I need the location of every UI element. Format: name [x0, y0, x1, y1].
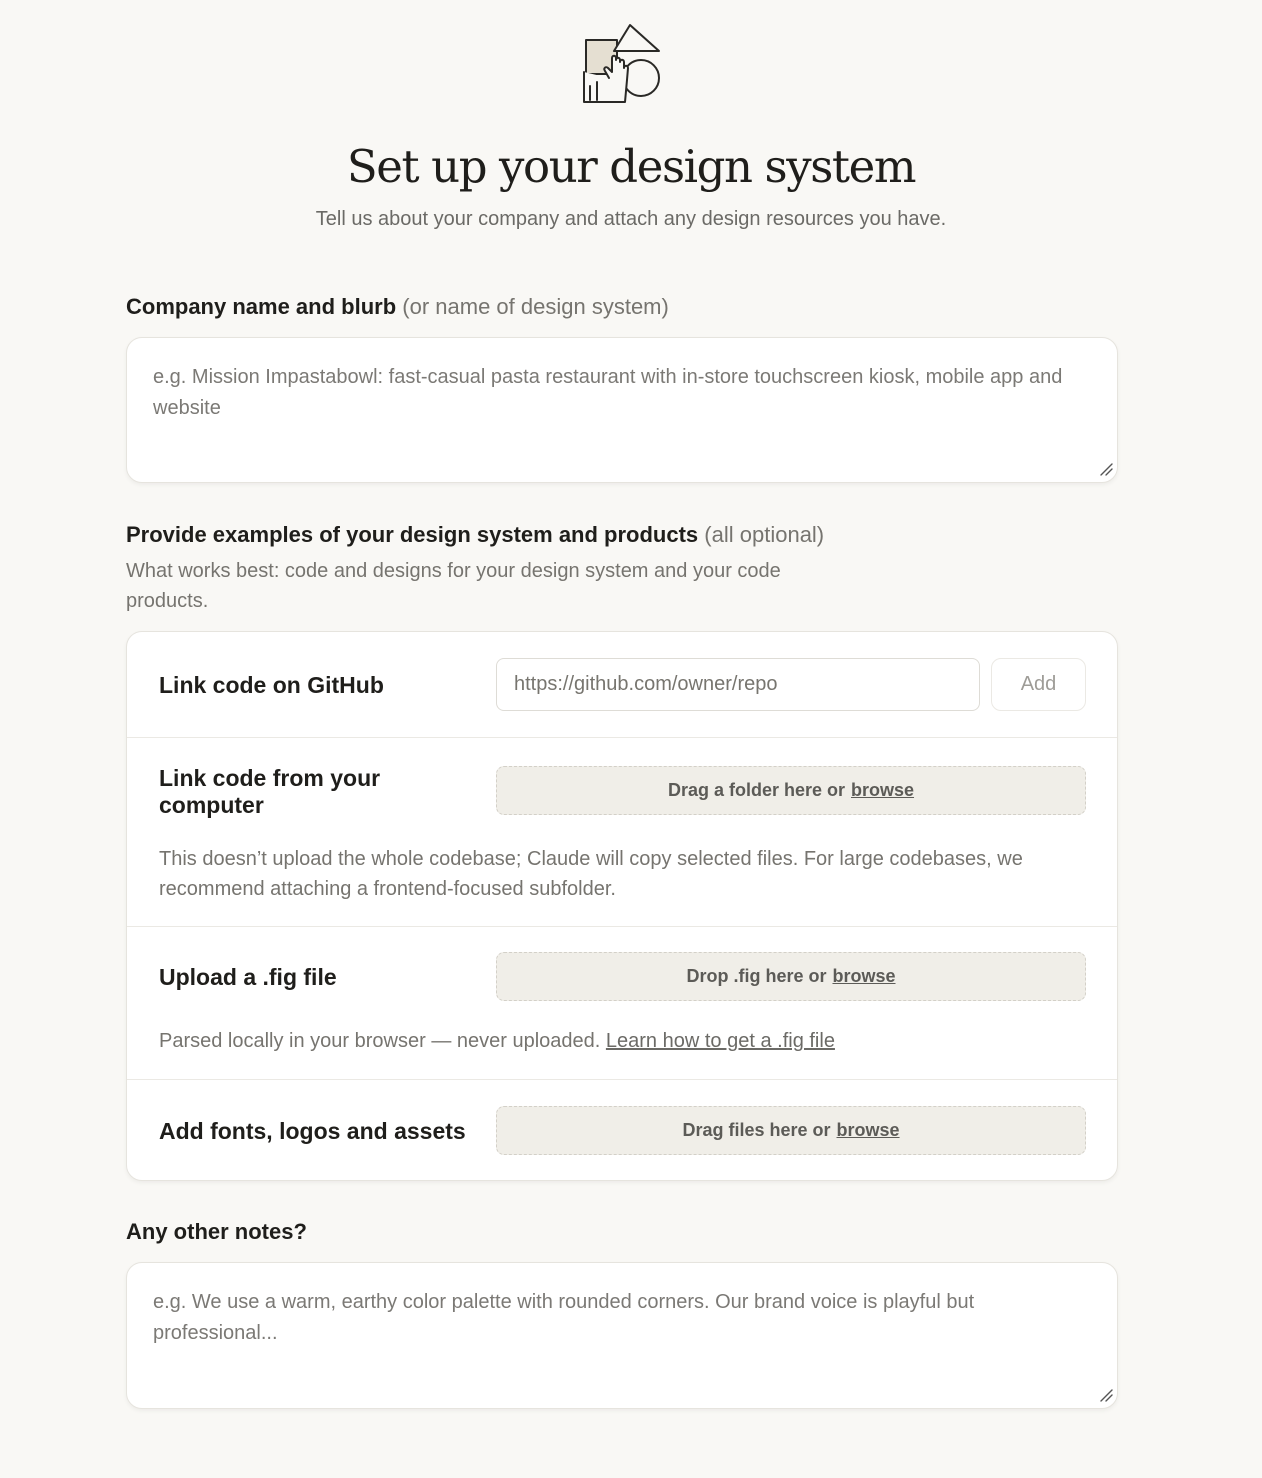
assets-row-title: Add fonts, logos and assets — [159, 1118, 466, 1144]
company-label-text: Company name and blurb — [126, 294, 397, 319]
folder-drop-text: Drag a folder here or — [667, 780, 845, 800]
folder-browse-link[interactable]: browse — [851, 780, 914, 801]
fig-help-link[interactable]: Learn how to get a .fig file — [606, 1030, 835, 1052]
notes-textarea-box — [126, 1262, 1118, 1409]
examples-label-hint: (all optional) — [704, 522, 825, 547]
resize-handle-icon[interactable] — [1099, 462, 1113, 476]
notes-label-text: Any other notes? — [126, 1219, 307, 1244]
examples-label-text: Provide examples of your design system a… — [126, 522, 699, 547]
notes-input[interactable] — [127, 1263, 1117, 1408]
page-title: Set up your design system — [346, 140, 917, 193]
page-subtitle: Tell us about your company and attach an… — [315, 208, 947, 230]
examples-card: Link code on GitHub Add Link code from y… — [126, 631, 1118, 1181]
company-textarea-box — [126, 337, 1118, 483]
folder-dropzone[interactable]: Drag a folder here or browse — [496, 766, 1086, 815]
company-field-label: Company name and blurb (or name of desig… — [126, 294, 669, 320]
github-url-input[interactable] — [496, 658, 980, 711]
computer-row-title: Link code from your computer — [159, 765, 381, 818]
assets-browse-link[interactable]: browse — [837, 1120, 900, 1141]
resize-handle-icon[interactable] — [1099, 1388, 1113, 1402]
fig-drop-text: Drop .fig here or — [686, 966, 827, 986]
examples-help-text: What works best: code and designs for yo… — [126, 560, 781, 612]
add-github-button[interactable]: Add — [991, 658, 1086, 711]
fig-note-text: Parsed locally in your browser — never u… — [159, 1030, 601, 1052]
github-row-title: Link code on GitHub — [159, 672, 384, 698]
examples-field-label: Provide examples of your design system a… — [126, 522, 824, 548]
company-label-hint: (or name of design system) — [402, 294, 669, 319]
assets-dropzone[interactable]: Drag files here or browse — [496, 1106, 1086, 1155]
company-blurb-input[interactable] — [127, 338, 1117, 482]
fig-dropzone[interactable]: Drop .fig here or browse — [496, 952, 1086, 1001]
notes-field-label: Any other notes? — [126, 1219, 307, 1245]
fig-row-note: Parsed locally in your browser — never u… — [159, 1026, 1089, 1056]
row-divider — [127, 1079, 1117, 1080]
row-divider — [127, 926, 1117, 927]
design-system-setup-page: Set up your design system Tell us about … — [0, 0, 1262, 1478]
shapes-hand-icon — [583, 24, 660, 103]
fig-row-title: Upload a .fig file — [159, 964, 337, 990]
fig-browse-link[interactable]: browse — [832, 966, 895, 987]
assets-drop-text: Drag files here or — [682, 1120, 831, 1140]
computer-row-note: This doesn’t upload the whole codebase; … — [159, 848, 1023, 900]
row-divider — [127, 737, 1117, 738]
